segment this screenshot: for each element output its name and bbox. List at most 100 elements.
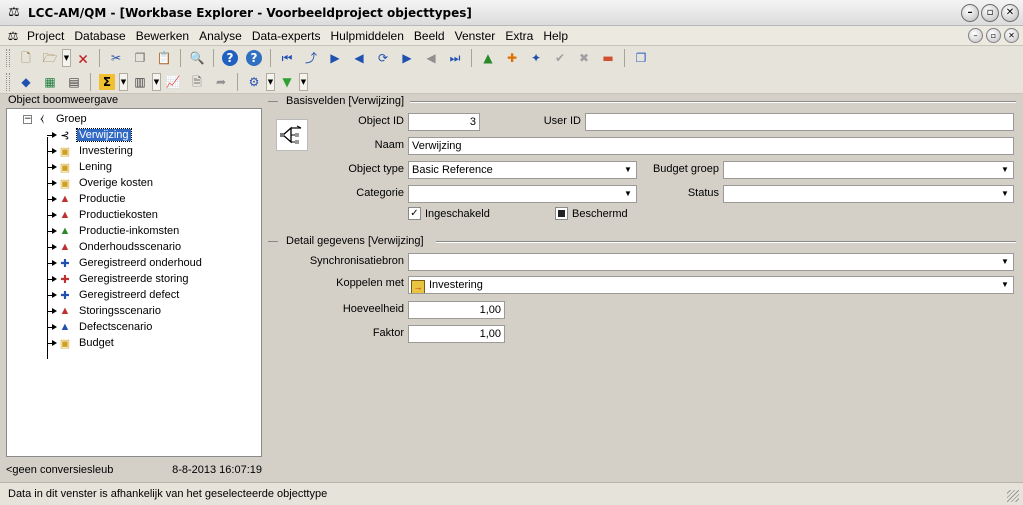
child-minimize-button[interactable]: – — [968, 28, 983, 43]
find-button[interactable]: 🔍 — [186, 48, 208, 68]
naam-field[interactable]: Verwijzing — [408, 137, 1014, 155]
open-dropdown[interactable]: ▼ — [62, 49, 71, 67]
cancel-button[interactable]: ✖ — [573, 48, 595, 68]
first-record-button[interactable]: ⏮ — [276, 48, 298, 68]
chevron-down-icon[interactable]: ▼ — [620, 186, 636, 202]
menu-database[interactable]: Database — [69, 29, 130, 43]
chevron-down-icon[interactable]: ▼ — [620, 162, 636, 178]
chart-button[interactable]: ▥ — [129, 72, 151, 92]
last-record-button[interactable]: ⏭ — [444, 48, 466, 68]
move-up-button[interactable]: ▲ — [477, 48, 499, 68]
settings-button[interactable]: ⚙ — [243, 72, 265, 92]
new-project-button[interactable]: 🗋 — [15, 48, 37, 68]
registered-defect-icon: ✚ — [60, 289, 70, 302]
menu-venster[interactable]: Venster — [450, 29, 501, 43]
close-button[interactable]: ✕ — [1001, 4, 1019, 22]
tree-node-onderhoudsscenario[interactable]: ▲ Onderhoudsscenario — [57, 239, 183, 255]
restore-button[interactable]: ▫ — [981, 4, 999, 22]
close-project-button[interactable]: 🗙 — [72, 48, 94, 68]
object-id-field[interactable]: 3 — [408, 113, 480, 131]
tree-node-productie[interactable]: ▲ Productie — [57, 191, 127, 207]
minimize-button[interactable]: – — [961, 4, 979, 22]
resize-grip[interactable] — [1007, 490, 1019, 502]
previous-record-button[interactable]: ◀ — [348, 48, 370, 68]
copy-record-button[interactable]: ❐ — [630, 48, 652, 68]
forward-button[interactable]: ➦ — [210, 72, 232, 92]
add-button[interactable]: ✚ — [501, 48, 523, 68]
koppelen-select[interactable]: → Investering ▼ — [408, 276, 1014, 294]
calculator-button[interactable]: ▤ — [63, 72, 85, 92]
object-info-button[interactable]: ◆ — [15, 72, 37, 92]
tree-collapse-toggle[interactable]: − — [23, 115, 32, 124]
tree-node-geregistreerd-onderhoud[interactable]: ✚ Geregistreerd onderhoud — [57, 255, 204, 271]
next-record-button[interactable]: ▶ — [396, 48, 418, 68]
beschermd-checkbox[interactable]: Beschermd — [555, 207, 628, 220]
menu-bewerken[interactable]: Bewerken — [131, 29, 194, 43]
child-close-button[interactable]: ✕ — [1004, 28, 1019, 43]
open-project-button[interactable]: 🗁 — [39, 48, 61, 68]
document-scale-icon[interactable]: ⚖ — [4, 29, 22, 43]
child-restore-button[interactable]: ▫ — [986, 28, 1001, 43]
paste-button[interactable]: 📋 — [153, 48, 175, 68]
ingeschakeld-checkbox[interactable]: ✓ Ingeschakeld — [408, 207, 490, 220]
menu-hulpmiddelen[interactable]: Hulpmiddelen — [326, 29, 409, 43]
user-id-field[interactable] — [585, 113, 1014, 131]
context-help-button[interactable]: ? — [243, 48, 265, 68]
database-button[interactable]: ▦ — [39, 72, 61, 92]
menu-project[interactable]: Project — [22, 29, 69, 43]
sum-dropdown[interactable]: ▼ — [119, 72, 128, 91]
confirm-button[interactable]: ✔ — [549, 48, 571, 68]
tree-node-overige-kosten[interactable]: ▣ Overige kosten — [57, 175, 155, 191]
tree-node-lening[interactable]: ▣ Lening — [57, 159, 114, 175]
tree-node-geregistreerd-defect[interactable]: ✚ Geregistreerd defect — [57, 287, 181, 303]
menu-beeld[interactable]: Beeld — [409, 29, 450, 43]
categorie-select[interactable]: ▼ — [408, 185, 637, 203]
chevron-down-icon[interactable]: ▼ — [997, 162, 1013, 178]
tree-node-label: Productie — [79, 193, 126, 205]
sum-button[interactable]: Σ — [96, 72, 118, 92]
insert-button[interactable]: ✦ — [525, 48, 547, 68]
tree-node-budget[interactable]: ▣ Budget — [57, 335, 116, 351]
tree-node-label: Storingsscenario — [79, 305, 161, 317]
tree-node-geregistreerde-storing[interactable]: ✚ Geregistreerde storing — [57, 271, 190, 287]
chevron-down-icon[interactable]: ▼ — [997, 254, 1013, 270]
tree-node-root[interactable]: ⧼ Groep — [34, 111, 89, 127]
faktor-field[interactable]: 1,00 — [408, 325, 505, 343]
report-button[interactable]: 🗎 — [186, 72, 208, 92]
tree-node-investering[interactable]: ▣ Investering — [57, 143, 135, 159]
cut-button[interactable]: ✂ — [105, 48, 127, 68]
menu-help[interactable]: Help — [538, 29, 573, 43]
line-chart-button[interactable]: 📈 — [162, 72, 184, 92]
toolbar-grip[interactable] — [6, 49, 10, 67]
budget-groep-select[interactable]: ▼ — [723, 161, 1014, 179]
filter-dropdown[interactable]: ▼ — [299, 72, 308, 91]
refresh-button[interactable]: ⟳ — [372, 48, 394, 68]
delete-button[interactable]: ▬ — [597, 48, 619, 68]
hoeveelheid-field[interactable]: 1,00 — [408, 301, 505, 319]
jump-button[interactable]: ⤴ — [300, 48, 322, 68]
settings-dropdown[interactable]: ▼ — [266, 72, 275, 91]
filter-button[interactable]: ▼ — [276, 72, 298, 92]
play-button[interactable]: ▶ — [324, 48, 346, 68]
chart-dropdown[interactable]: ▼ — [152, 72, 161, 91]
help-button[interactable]: ? — [219, 48, 241, 68]
synchronisatiebron-select[interactable]: ▼ — [408, 253, 1014, 271]
menu-data-experts[interactable]: Data-experts — [247, 29, 326, 43]
tree-node-defectscenario[interactable]: ▲ Defectscenario — [57, 319, 154, 335]
menu-analyse[interactable]: Analyse — [194, 29, 247, 43]
object-tree[interactable]: − ⧼ Groep ⊰ Verwijzing ▣ Investering ▣ Lening… — [6, 108, 262, 457]
tree-node-productie-inkomsten[interactable]: ▲ Productie-inkomsten — [57, 223, 181, 239]
copy-button[interactable]: ❐ — [129, 48, 151, 68]
tree-node-verwijzing[interactable]: ⊰ Verwijzing — [57, 127, 132, 143]
chevron-down-icon[interactable]: ▼ — [997, 277, 1013, 293]
tree-node-storingsscenario[interactable]: ▲ Storingsscenario — [57, 303, 163, 319]
copy-record-icon: ❐ — [635, 51, 647, 65]
tree-node-productiekosten[interactable]: ▲ Productiekosten — [57, 207, 160, 223]
toolbar-grip[interactable] — [6, 72, 10, 91]
chevron-down-icon[interactable]: ▼ — [997, 186, 1013, 202]
status-select[interactable]: ▼ — [723, 185, 1014, 203]
back-button[interactable]: ◀ — [420, 48, 442, 68]
object-type-select[interactable]: Basic Reference ▼ — [408, 161, 637, 179]
menu-extra[interactable]: Extra — [500, 29, 538, 43]
basisvelden-header: Basisvelden [Verwijzing] — [268, 95, 404, 107]
